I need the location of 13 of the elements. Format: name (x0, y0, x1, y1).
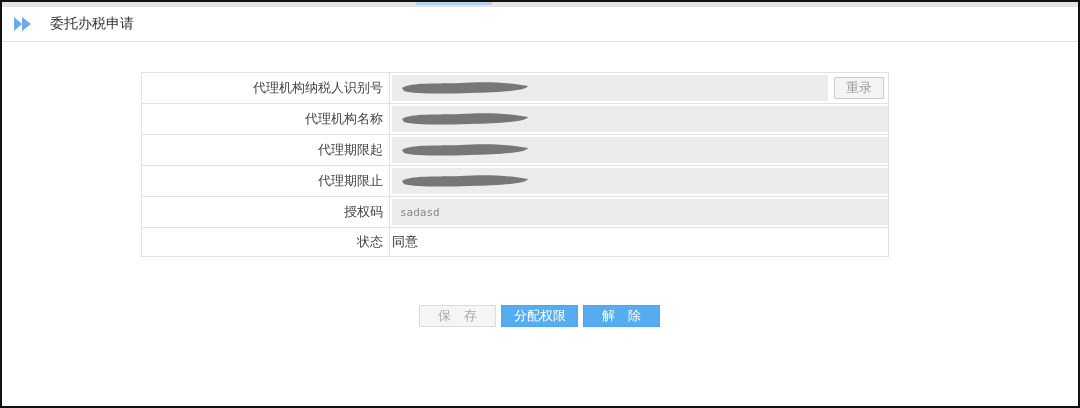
page-title: 委托办税申请 (50, 15, 134, 33)
field-label: 代理期限起 (318, 142, 383, 157)
auth-code-field[interactable]: sadasd (392, 199, 888, 225)
double-chevron-icon (14, 17, 32, 31)
reset-button[interactable]: 重录 (834, 77, 884, 99)
action-button[interactable]: 解 除 (583, 305, 660, 327)
action-button[interactable]: 分配权限 (501, 305, 578, 327)
field-label: 授权码 (344, 204, 383, 219)
field-label: 状态 (357, 234, 383, 249)
status-value: 同意 (392, 234, 418, 249)
field-label: 代理期限止 (318, 173, 383, 188)
field-label: 代理机构名称 (305, 111, 383, 126)
field-label: 代理机构纳税人识别号 (253, 80, 383, 95)
